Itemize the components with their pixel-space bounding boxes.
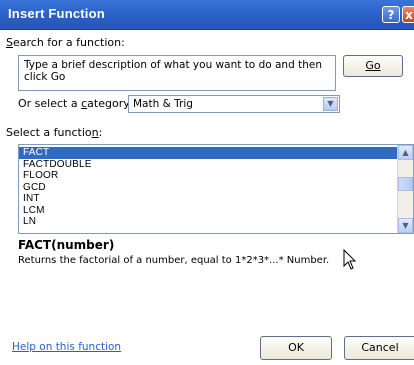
list-item-gcd[interactable]: GCD	[19, 182, 400, 194]
mouse-pointer-icon	[343, 249, 357, 270]
function-items: FACT FACTDOUBLE FLOOR GCD INT LCM LN	[19, 147, 400, 228]
search-input-text: Type a brief description of what you wan…	[24, 59, 322, 83]
function-description: Returns the factorial of a number, equal…	[18, 255, 330, 266]
chevron-down-icon[interactable]: ▼	[323, 97, 338, 111]
list-item-factdouble[interactable]: FACTDOUBLE	[19, 159, 400, 171]
help-on-function-link[interactable]: Help on this function	[12, 341, 121, 353]
list-item-fact[interactable]: FACT	[19, 147, 400, 159]
scroll-up-icon[interactable]: ▲	[398, 145, 413, 160]
category-select[interactable]: Math & Trig ▼	[128, 95, 340, 113]
list-item-lcm[interactable]: LCM	[19, 205, 400, 217]
list-item-ln[interactable]: LN	[19, 216, 400, 228]
go-button[interactable]: Go	[343, 55, 403, 77]
search-input[interactable]: Type a brief description of what you wan…	[18, 55, 336, 91]
category-selected-value: Math & Trig	[133, 98, 193, 110]
scroll-down-icon[interactable]: ▼	[398, 218, 413, 233]
ok-button[interactable]: OK	[260, 336, 332, 360]
category-label: Or select a category:	[18, 97, 133, 110]
function-list-label: Select a function:	[6, 126, 103, 139]
scroll-thumb[interactable]	[398, 177, 413, 191]
cancel-button[interactable]: Cancel	[344, 336, 414, 360]
function-listbox[interactable]: FACT FACTDOUBLE FLOOR GCD INT LCM LN ▲ ▼	[18, 144, 414, 234]
window-title: Insert Function	[8, 6, 105, 21]
close-icon[interactable]: x	[402, 6, 414, 23]
search-label: Search for a function:	[6, 36, 125, 49]
help-icon[interactable]: ?	[382, 6, 400, 23]
list-item-floor[interactable]: FLOOR	[19, 170, 400, 182]
list-scrollbar[interactable]: ▲ ▼	[397, 145, 413, 233]
title-bar: Insert Function ? x	[0, 0, 414, 30]
function-signature: FACT(number)	[18, 238, 115, 252]
list-item-int[interactable]: INT	[19, 193, 400, 205]
